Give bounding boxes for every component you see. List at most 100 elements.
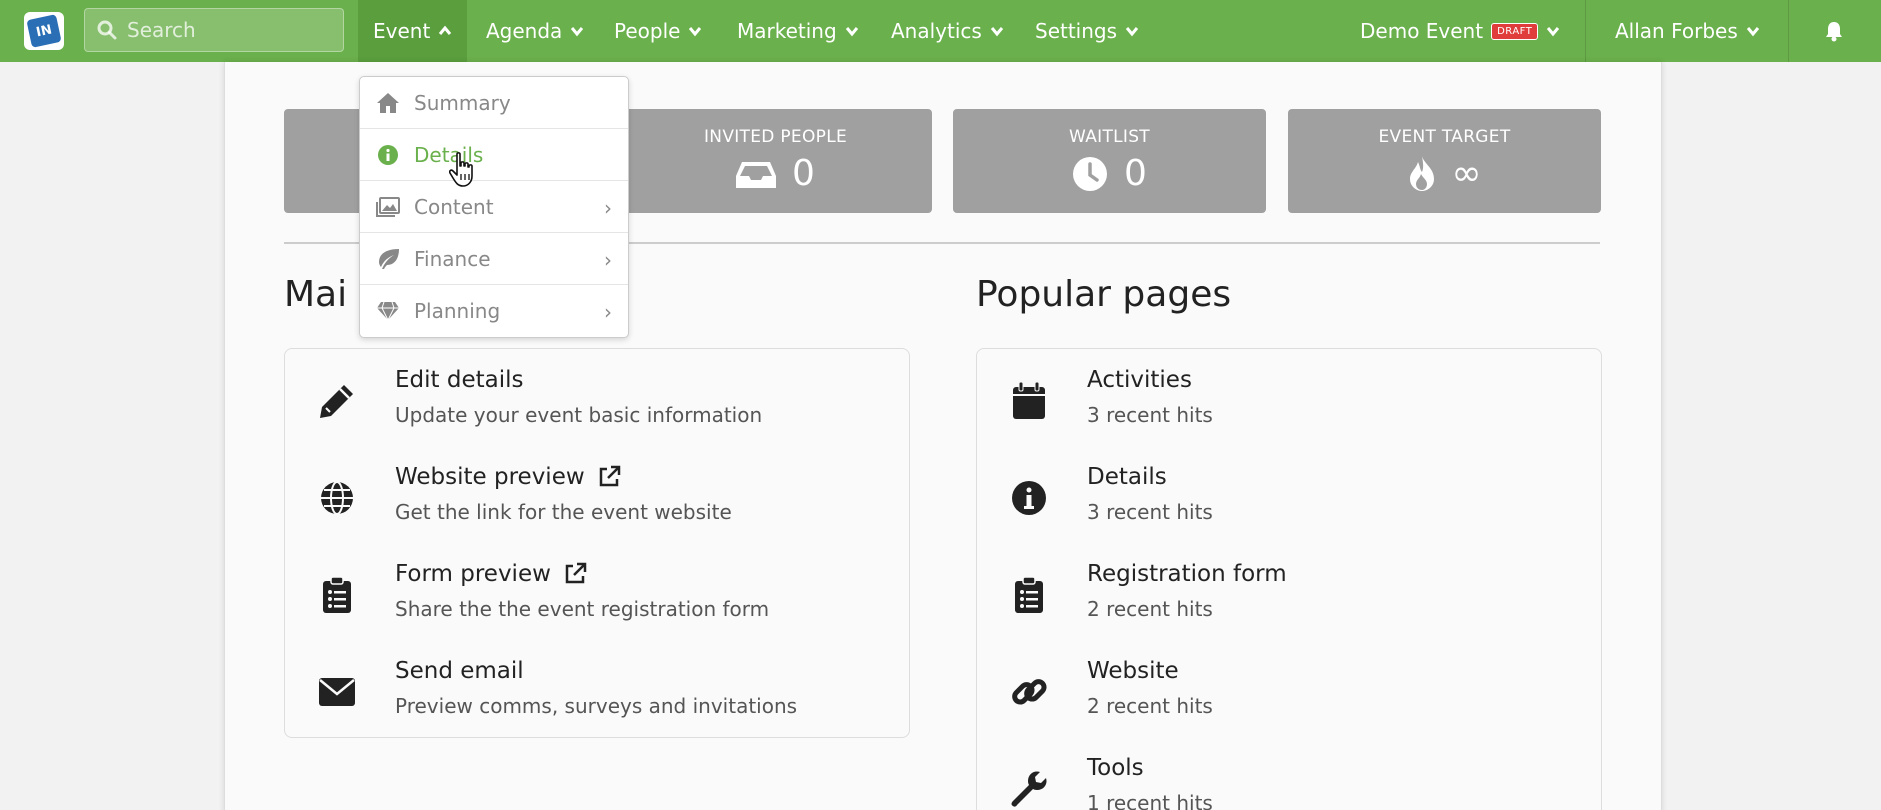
nav-marketing[interactable]: Marketing — [722, 0, 874, 62]
calendar-icon — [1013, 382, 1045, 419]
nav-event-label: Event — [373, 19, 431, 43]
dropdown-item-label: Content — [414, 194, 494, 219]
chevron-down-icon — [689, 27, 702, 37]
chevron-down-icon — [1547, 27, 1560, 37]
info-icon — [1012, 481, 1046, 515]
user-name: Allan Forbes — [1615, 19, 1738, 43]
page-hits: 3 recent hits — [1087, 500, 1213, 524]
top-nav-bar: IN Event Agenda People Marketing Analyti… — [0, 0, 1881, 62]
inbox-icon — [736, 161, 777, 188]
chevron-down-icon — [1746, 27, 1759, 37]
leaf-icon — [379, 248, 399, 269]
page-hits: 2 recent hits — [1087, 694, 1213, 718]
clipboard-icon — [323, 576, 351, 613]
chevron-up-icon — [439, 25, 452, 35]
diamond-icon — [377, 301, 399, 321]
hand-cursor-icon — [449, 152, 473, 187]
stat-value: 0 — [1124, 153, 1147, 194]
chevron-right-icon: › — [604, 196, 612, 220]
action-send-email[interactable]: Send email Preview comms, surveys and in… — [285, 658, 909, 728]
popular-tools[interactable]: Tools 1 recent hits — [977, 755, 1601, 810]
nav-marketing-label: Marketing — [737, 19, 837, 43]
action-edit-details[interactable]: Edit details Update your event basic inf… — [285, 367, 909, 437]
app-logo[interactable]: IN — [24, 12, 64, 50]
nav-separator — [1788, 0, 1789, 62]
popular-website[interactable]: Website 2 recent hits — [977, 658, 1601, 728]
nav-event[interactable]: Event — [358, 0, 468, 62]
link-icon — [1012, 679, 1047, 705]
wrench-icon — [1011, 771, 1047, 807]
nav-settings[interactable]: Settings — [1020, 0, 1154, 62]
nav-settings-label: Settings — [1035, 19, 1118, 43]
external-link-icon[interactable] — [563, 562, 587, 586]
page-hits: 1 recent hits — [1087, 791, 1213, 810]
popular-activities[interactable]: Activities 3 recent hits — [977, 367, 1601, 437]
fire-icon — [1409, 155, 1434, 191]
nav-agenda-label: Agenda — [486, 19, 563, 43]
dropdown-item-label: Finance — [414, 246, 491, 271]
action-subtitle: Get the link for the event website — [395, 500, 732, 524]
dropdown-item-summary[interactable]: Summary — [360, 77, 628, 129]
action-website-preview[interactable]: Website preview Get the link for the eve… — [285, 464, 909, 534]
event-switcher[interactable]: Demo Event DRAFT — [1345, 0, 1575, 62]
dropdown-item-label: Planning — [414, 299, 501, 323]
envelope-icon — [319, 678, 355, 706]
dropdown-item-planning[interactable]: Planning › — [360, 285, 628, 337]
event-dropdown-menu: Summary Details Content › Finance › Plan… — [359, 76, 629, 338]
action-subtitle: Update your event basic information — [395, 403, 763, 427]
pencil-icon — [320, 385, 353, 418]
logo-mark: IN — [26, 14, 62, 48]
external-link-icon[interactable] — [597, 465, 621, 489]
main-actions-title: Mai — [284, 274, 348, 315]
action-title: Form preview — [395, 561, 551, 587]
nav-analytics[interactable]: Analytics — [876, 0, 1019, 62]
nav-people[interactable]: People — [599, 0, 717, 62]
page-hits: 2 recent hits — [1087, 597, 1213, 621]
page-title: Activities — [1087, 367, 1192, 393]
stat-card-target[interactable]: EVENT TARGET ∞ — [1288, 109, 1601, 213]
chevron-down-icon — [990, 27, 1003, 37]
info-icon — [378, 144, 398, 165]
image-icon — [376, 196, 400, 217]
stat-value: ∞ — [1451, 153, 1482, 194]
stat-label: WAITLIST — [1069, 127, 1150, 147]
search-input[interactable] — [127, 18, 327, 42]
home-icon — [377, 92, 399, 113]
page-title: Website — [1087, 658, 1179, 684]
dropdown-item-details[interactable]: Details — [360, 129, 628, 181]
globe-icon — [321, 481, 353, 515]
action-title: Edit details — [395, 367, 524, 393]
page-title: Registration form — [1087, 561, 1287, 587]
stat-label: EVENT TARGET — [1378, 127, 1511, 147]
main-actions-card: Edit details Update your event basic inf… — [284, 348, 910, 738]
action-title: Website preview — [395, 464, 585, 490]
action-subtitle: Preview comms, surveys and invitations — [395, 694, 798, 718]
dropdown-item-content[interactable]: Content › — [360, 181, 628, 233]
event-name: Demo Event — [1360, 19, 1484, 43]
popular-details[interactable]: Details 3 recent hits — [977, 464, 1601, 534]
dropdown-item-label: Summary — [414, 90, 511, 115]
chevron-right-icon: › — [604, 248, 612, 272]
action-form-preview[interactable]: Form preview Share the the event registr… — [285, 561, 909, 631]
notifications-button[interactable] — [1808, 0, 1860, 62]
page-hits: 3 recent hits — [1087, 403, 1213, 427]
user-menu[interactable]: Allan Forbes — [1600, 0, 1775, 62]
draft-badge: DRAFT — [1491, 22, 1539, 40]
stat-card-waitlist[interactable]: WAITLIST 0 — [953, 109, 1266, 213]
popular-pages-title: Popular pages — [976, 274, 1232, 315]
chevron-down-icon — [1125, 27, 1139, 37]
search-box[interactable] — [84, 8, 344, 52]
action-subtitle: Share the the event registration form — [395, 597, 770, 621]
action-title: Send email — [395, 658, 524, 684]
bell-icon — [1826, 22, 1842, 42]
page-title: Tools — [1087, 755, 1144, 781]
popular-registration-form[interactable]: Registration form 2 recent hits — [977, 561, 1601, 631]
popular-pages-card: Activities 3 recent hits Details 3 recen… — [976, 348, 1602, 810]
chevron-right-icon: › — [604, 300, 612, 324]
nav-separator — [1585, 0, 1586, 62]
clipboard-icon — [1015, 576, 1043, 613]
nav-agenda[interactable]: Agenda — [471, 0, 599, 62]
stat-card-invited[interactable]: INVITED PEOPLE 0 — [619, 109, 932, 213]
dropdown-item-finance[interactable]: Finance › — [360, 233, 628, 285]
nav-people-label: People — [614, 19, 681, 43]
